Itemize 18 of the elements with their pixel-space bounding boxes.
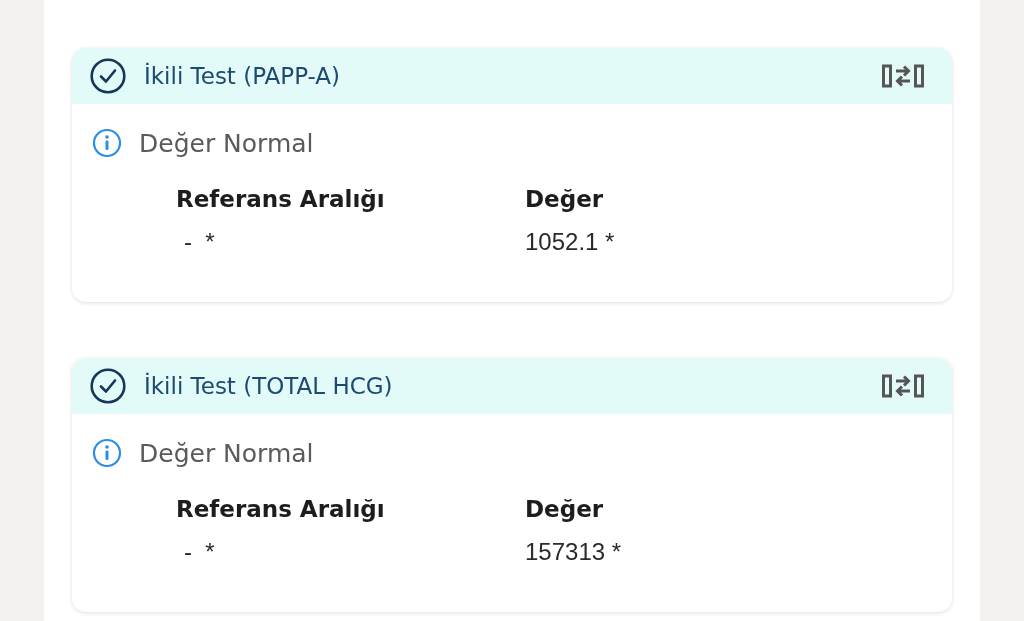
card-title: İkili Test (TOTAL HCG)	[144, 373, 393, 399]
check-circle-icon	[90, 58, 126, 94]
column-header: Referans Aralığı	[176, 186, 385, 212]
cell-value: - *	[184, 228, 215, 256]
cell-value: 157313 *	[525, 538, 622, 566]
status-text: Değer Normal	[139, 438, 314, 468]
info-icon	[92, 128, 122, 158]
column-header: Değer	[525, 186, 604, 212]
card-title: İkili Test (PAPP-A)	[144, 63, 341, 89]
check-circle-icon	[90, 368, 126, 404]
column-header: Değer	[525, 496, 604, 522]
status-text: Değer Normal	[139, 128, 314, 158]
swap-arrows-icon[interactable]	[882, 62, 924, 90]
info-icon	[92, 438, 122, 468]
column-header: Referans Aralığı	[176, 496, 385, 522]
cell-value: 1052.1 *	[525, 228, 615, 256]
cell-value: - *	[184, 538, 215, 566]
swap-arrows-icon[interactable]	[882, 372, 924, 400]
